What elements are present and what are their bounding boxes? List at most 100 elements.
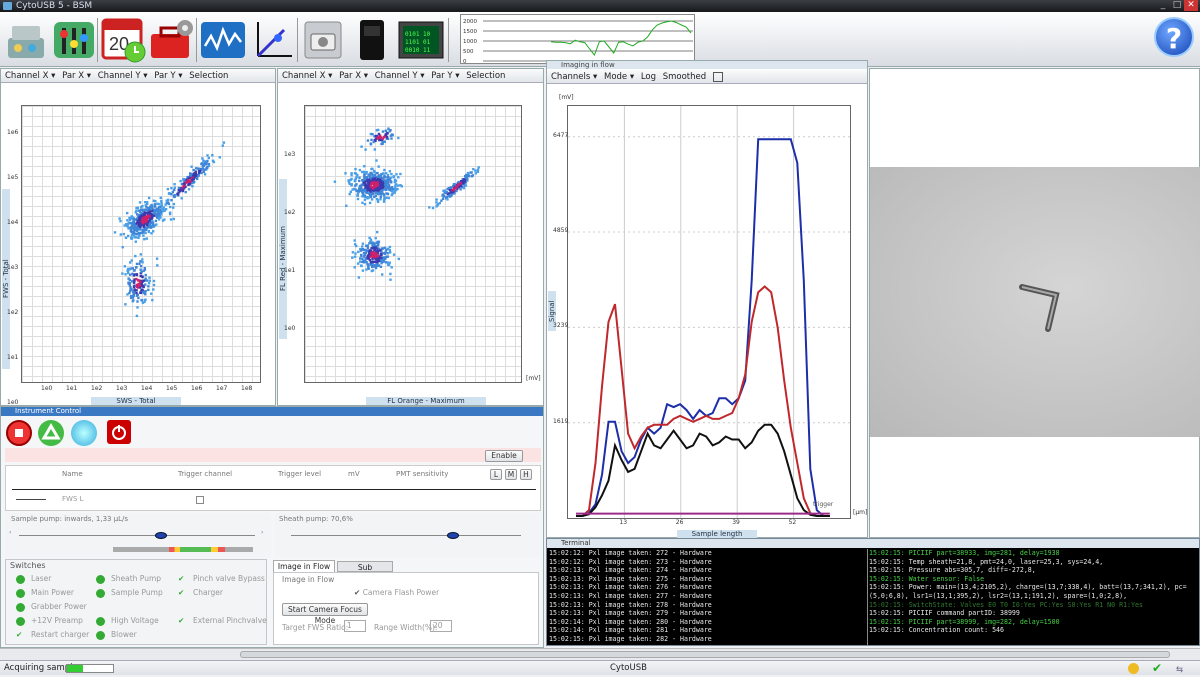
mini-series-line — [550, 20, 692, 57]
switch-laser[interactable]: Laser — [16, 574, 51, 584]
par-y-menu[interactable]: Par Y — [154, 71, 175, 81]
sample-pump-thumb[interactable] — [154, 532, 167, 539]
pmt-mid-button[interactable]: M — [505, 469, 517, 480]
pmt-low-button[interactable]: L — [490, 469, 502, 480]
mini-tick-label: 500 — [463, 49, 474, 55]
camera-icon[interactable] — [299, 16, 347, 64]
tab-sub[interactable]: Sub — [337, 561, 393, 572]
particle-image — [870, 167, 1200, 437]
fws-ratio-input[interactable]: 1 — [344, 620, 366, 632]
power-icon[interactable] — [107, 420, 131, 444]
plot1-y-tick: 1e2 — [7, 309, 19, 316]
dotplot-panel-1: Channel X ▾ Par X ▾ Channel Y ▾ Par Y ▾ … — [0, 68, 276, 406]
plot1-x-tick: 1e2 — [91, 385, 103, 392]
instrument-icon[interactable] — [2, 16, 50, 64]
status-indicator-icon — [1128, 663, 1139, 674]
imaging-x-tick: 52 — [788, 519, 797, 526]
mode-menu[interactable]: Mode — [604, 72, 627, 82]
switches-title: Switches — [10, 561, 46, 570]
par-x-menu[interactable]: Par X — [62, 71, 84, 81]
data-export-icon[interactable] — [348, 16, 396, 64]
col-trigger-level: Trigger level — [278, 470, 322, 478]
app-icon — [3, 2, 12, 10]
switch-charger[interactable]: ✔ Charger — [178, 588, 223, 597]
right-arrow-icon[interactable]: › — [261, 529, 263, 536]
instrument-control-panel: Instrument Control Enable Name Trigger c… — [0, 406, 544, 648]
signal-monitor-icon[interactable] — [199, 16, 247, 64]
cursor-icon[interactable] — [712, 71, 723, 82]
tab-image-in-flow[interactable]: Image in Flow — [273, 560, 335, 572]
enable-button[interactable]: Enable — [485, 450, 523, 462]
switch-main-power[interactable]: Main Power — [16, 588, 74, 598]
channel-x-menu[interactable]: Channel X — [282, 71, 325, 81]
par-x-menu[interactable]: Par X — [339, 71, 361, 81]
switches-group: Switches Laser Main Power Grabber Power +12… — [5, 559, 267, 645]
switch-sample-pump[interactable]: Sample Pump — [96, 588, 163, 598]
range-width-input[interactable]: 20 — [430, 620, 452, 632]
terminal-line: 15:02:15: SwitchState: Valves E0 T0 I0:Y… — [869, 600, 1143, 609]
sheath-pump-label: Sheath pump: 70,6% — [279, 515, 353, 523]
camera-flash-row[interactable]: ✔ Camera Flash Power — [354, 588, 439, 597]
dotplot-icon[interactable] — [248, 16, 296, 64]
terminal-line: 15:02:13: Pxl image taken: 277 - Hardwar… — [549, 591, 712, 600]
plot1-y-tick: 1e6 — [7, 129, 19, 136]
sample-pump-slider[interactable] — [19, 535, 255, 536]
flush-icon[interactable] — [71, 420, 97, 446]
close-button[interactable]: ✕ — [1184, 0, 1198, 11]
sheath-pump-group: Sheath pump: 70,6% — [275, 513, 541, 557]
focus-mode-button[interactable]: Start Camera Focus Mode — [282, 603, 368, 625]
sheath-pump-thumb[interactable] — [447, 532, 460, 539]
terminal-line: 15:02:15: Temp sheath=21,8, pmt=24,0, la… — [869, 557, 1104, 566]
imaging-plot-area[interactable]: trigger — [567, 105, 851, 519]
pmt-high-button[interactable]: H — [520, 469, 532, 480]
toolbox-icon[interactable] — [147, 16, 195, 64]
plot1-toolbar: Channel X ▾ Par X ▾ Channel Y ▾ Par Y ▾ … — [1, 69, 275, 83]
left-arrow-icon[interactable]: ‹ — [9, 529, 11, 536]
switch-blower[interactable]: Blower — [96, 630, 137, 640]
trigger-checkbox[interactable] — [196, 496, 204, 504]
plot2-y-tick: 1e0 — [284, 325, 296, 332]
plot1-y-tick: 1e5 — [7, 174, 19, 181]
check-icon: ✔ — [178, 588, 185, 597]
switch-grabber-power[interactable]: Grabber Power — [16, 602, 87, 612]
help-button[interactable]: ? — [1154, 17, 1194, 57]
switch--12v-preamp[interactable]: +12V Preamp — [16, 616, 83, 626]
channel-y-menu[interactable]: Channel Y — [375, 71, 418, 81]
channel-x-menu[interactable]: Channel X — [5, 71, 48, 81]
maximize-button[interactable]: □ — [1170, 0, 1184, 11]
sheath-pump-slider[interactable] — [291, 535, 521, 536]
terminal-icon[interactable]: 0101 10 1101 01 0010 11 — [397, 16, 445, 64]
stop-button[interactable] — [6, 420, 32, 446]
imaging-y-tick: 4859 — [553, 227, 569, 234]
switch-high-voltage[interactable]: High Voltage — [96, 616, 159, 626]
calendar-schedule-icon[interactable]: 20 — [99, 16, 147, 64]
log-toggle[interactable]: Log — [641, 72, 656, 82]
switch-sheath-pump[interactable]: Sheath Pump — [96, 574, 161, 584]
selection-menu[interactable]: Selection — [189, 71, 228, 81]
horizontal-scrollbar[interactable] — [0, 648, 1200, 660]
settings-sliders-icon[interactable] — [50, 16, 98, 64]
imaging-x-title: Sample length — [677, 530, 757, 538]
status-bar: Acquiring sample CytoUSB ✔ ⇆ — [0, 660, 1200, 675]
minimize-button[interactable]: _ — [1156, 0, 1170, 11]
recycle-icon[interactable] — [38, 420, 64, 446]
par-y-menu[interactable]: Par Y — [431, 71, 452, 81]
scrollbar-thumb[interactable] — [240, 651, 1170, 658]
channel-y-menu[interactable]: Channel Y — [98, 71, 141, 81]
terminal-line: 15:02:15: Power: main=(13,4;2105,2), cha… — [869, 583, 1187, 592]
plot1-area[interactable] — [21, 105, 261, 383]
plot1-x-tick: 1e6 — [191, 385, 203, 392]
plot1-y-title: FWS - Total — [2, 189, 10, 369]
plot2-toolbar: Channel X ▾ Par X ▾ Channel Y ▾ Par Y ▾ … — [278, 69, 543, 83]
switch-on-icon — [16, 602, 25, 612]
plot2-area[interactable] — [304, 105, 522, 383]
switch-on-icon — [96, 574, 105, 584]
switch-restart-charger[interactable]: ✔ Restart charger — [16, 630, 89, 639]
smoothed-toggle[interactable]: Smoothed — [663, 72, 706, 82]
mini-signal-chart: 2000 1500 1000 500 0 — [460, 14, 695, 65]
y-unit: [mV] — [559, 94, 574, 101]
channels-menu[interactable]: Channels — [551, 72, 590, 82]
switch-pinch-valve-bypass[interactable]: ✔ Pinch valve Bypass — [178, 574, 265, 583]
selection-menu[interactable]: Selection — [466, 71, 505, 81]
switch-external-pinchvalve[interactable]: ✔ External Pinchvalve — [178, 616, 267, 625]
